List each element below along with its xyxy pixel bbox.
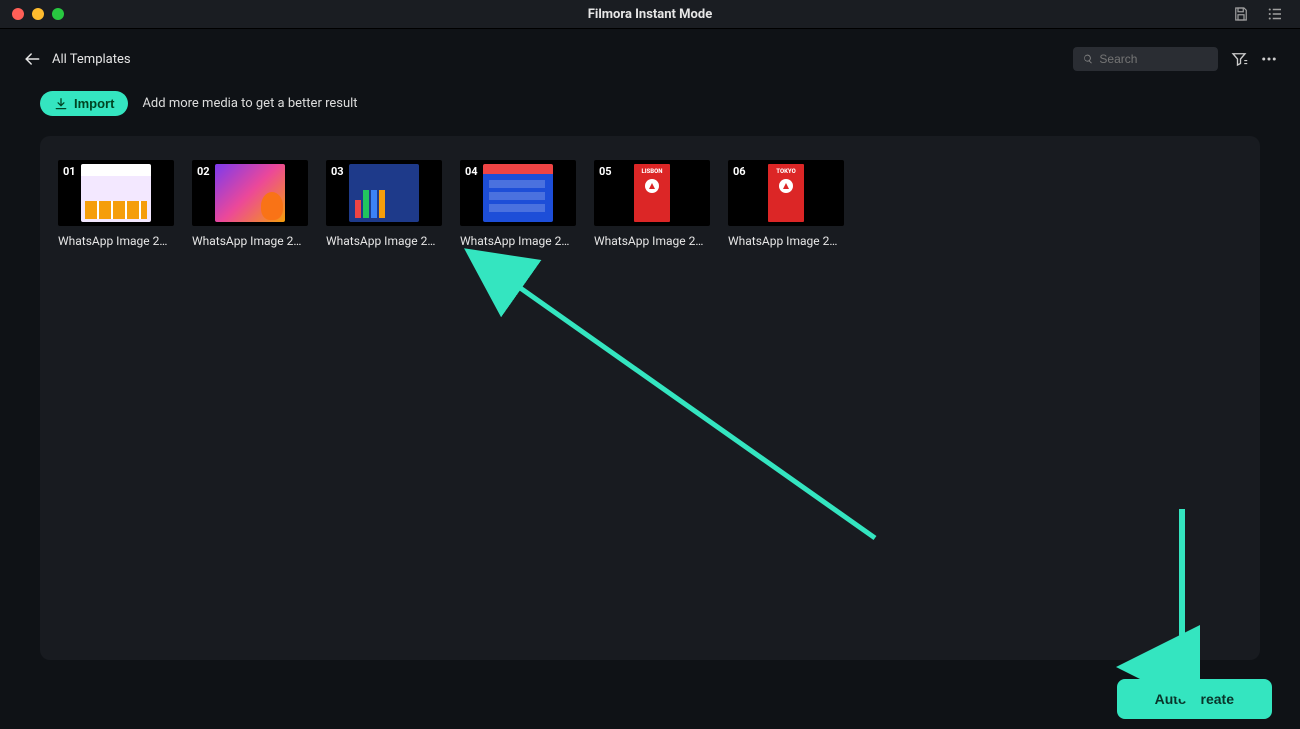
media-item-label: WhatsApp Image 202… <box>326 234 442 248</box>
media-item-label: WhatsApp Image 202… <box>460 234 576 248</box>
badge: 06 <box>733 165 746 178</box>
media-item-label: WhatsApp Image 202… <box>594 234 710 248</box>
search-input[interactable] <box>1099 52 1208 66</box>
media-item[interactable]: 05 WhatsApp Image 202… <box>594 160 710 248</box>
badge: 04 <box>465 165 478 178</box>
back-button[interactable]: All Templates <box>22 49 131 69</box>
media-item-label: WhatsApp Image 202… <box>58 234 174 248</box>
filter-icon[interactable] <box>1230 50 1248 68</box>
app-title: Filmora Instant Mode <box>588 7 712 22</box>
media-item[interactable]: 02 WhatsApp Image 202… <box>192 160 308 248</box>
toolbar: All Templates <box>0 29 1300 71</box>
badge: 02 <box>197 165 210 178</box>
search-box[interactable] <box>1073 47 1218 71</box>
badge: 01 <box>63 165 76 178</box>
media-item-label: WhatsApp Image 202… <box>728 234 844 248</box>
window-controls <box>0 8 64 20</box>
minimize-window-button[interactable] <box>32 8 44 20</box>
hint-text: Add more media to get a better result <box>142 96 357 111</box>
auto-create-button[interactable]: Auto Create <box>1117 679 1272 719</box>
media-item-label: WhatsApp Image 202… <box>192 234 308 248</box>
media-panel: 01 WhatsApp Image 202… 02 WhatsApp Image… <box>40 136 1260 660</box>
media-item[interactable]: 04 WhatsApp Image 202… <box>460 160 576 248</box>
badge: 05 <box>599 165 612 178</box>
import-label: Import <box>74 96 114 111</box>
close-window-button[interactable] <box>12 8 24 20</box>
titlebar: Filmora Instant Mode <box>0 0 1300 28</box>
save-icon[interactable] <box>1232 5 1250 23</box>
zoom-window-button[interactable] <box>52 8 64 20</box>
list-icon[interactable] <box>1266 5 1284 23</box>
import-button[interactable]: Import <box>40 91 128 116</box>
badge: 03 <box>331 165 344 178</box>
back-label: All Templates <box>52 52 131 67</box>
media-item[interactable]: 06 WhatsApp Image 202… <box>728 160 844 248</box>
media-item[interactable]: 03 WhatsApp Image 202… <box>326 160 442 248</box>
more-icon[interactable] <box>1260 50 1278 68</box>
media-item[interactable]: 01 WhatsApp Image 202… <box>58 160 174 248</box>
